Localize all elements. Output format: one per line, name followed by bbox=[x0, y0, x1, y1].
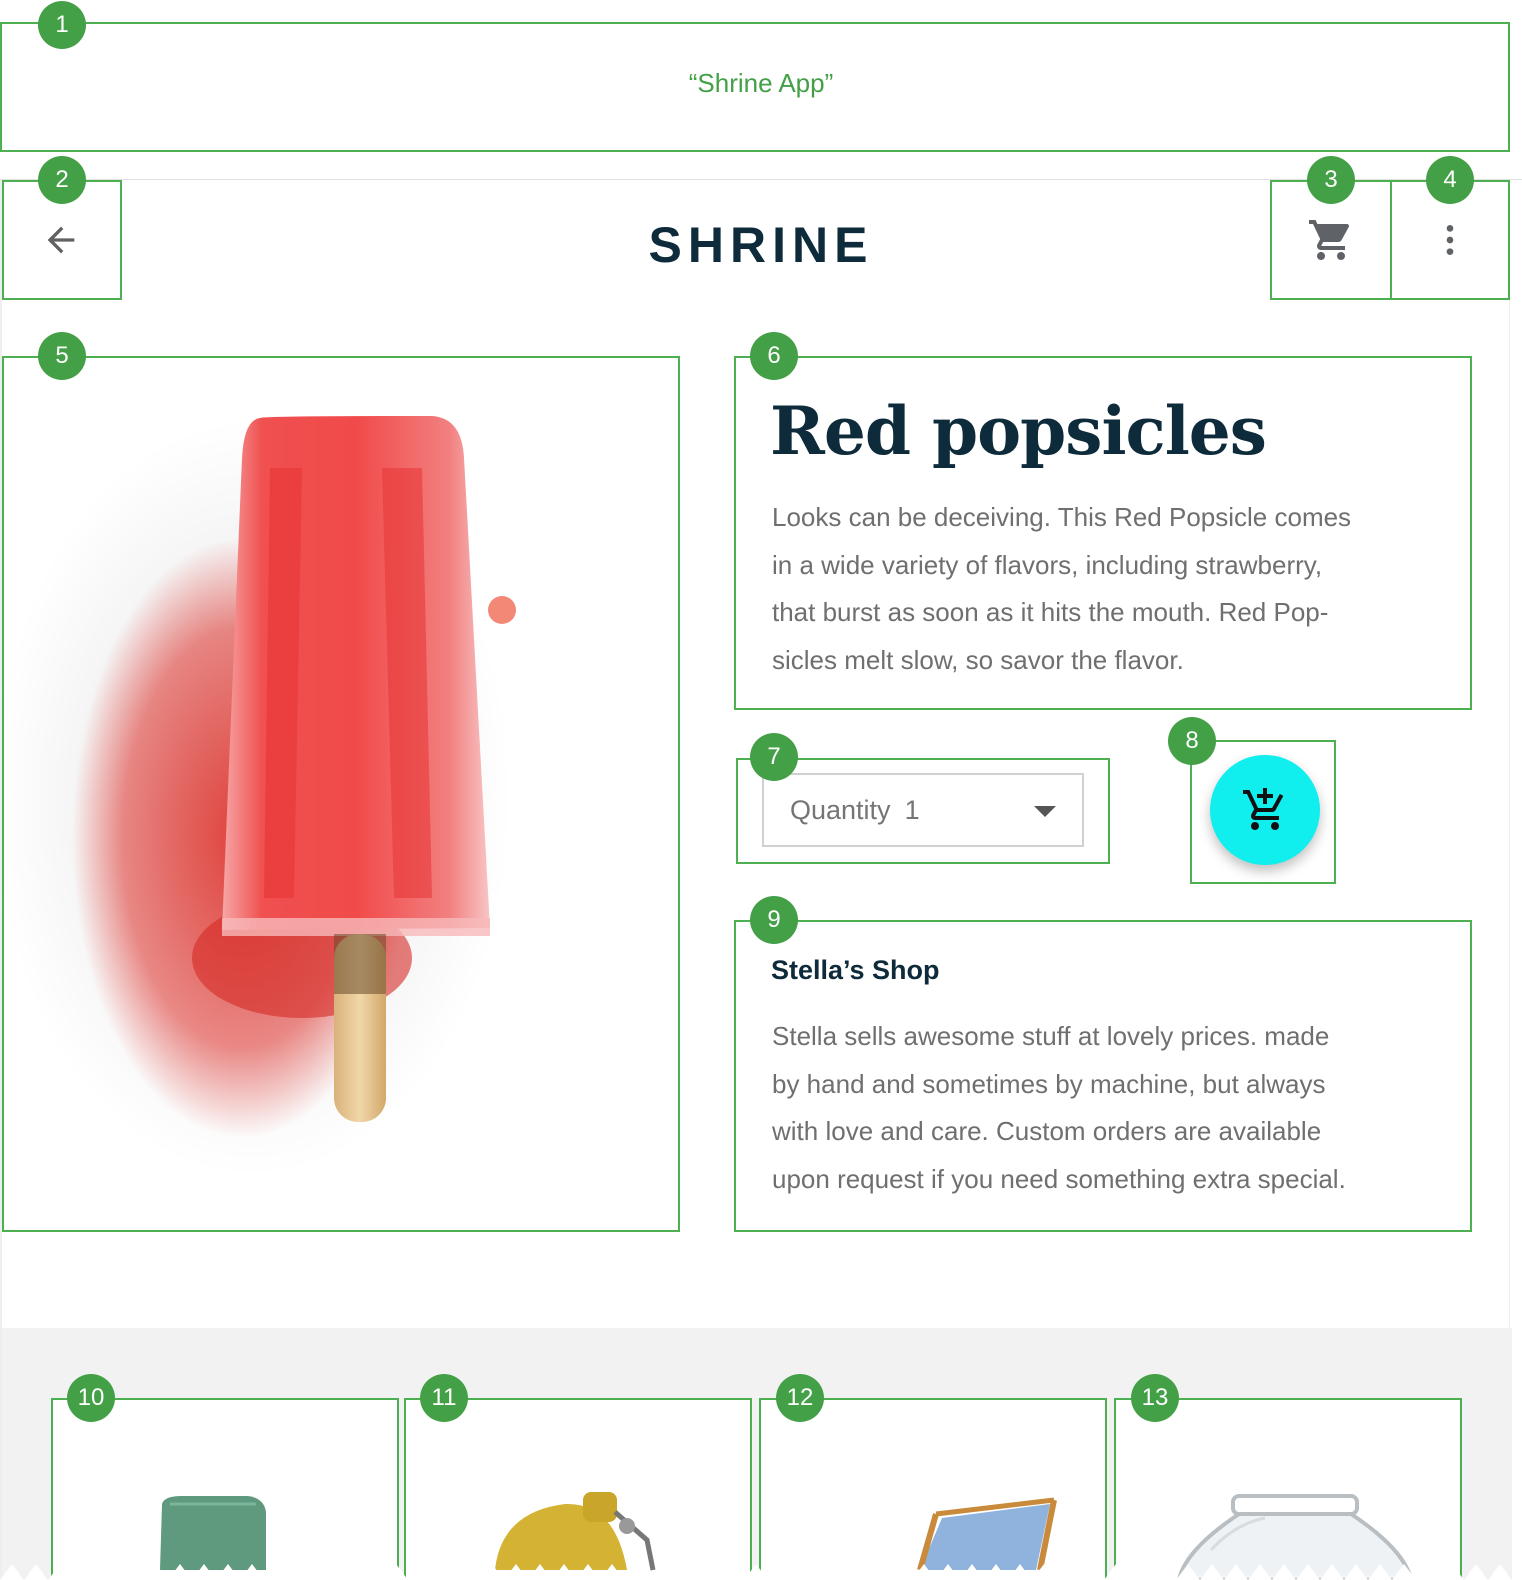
annotation-badge: 10 bbox=[67, 1374, 115, 1422]
annotation-badge: 3 bbox=[1307, 156, 1355, 204]
annotation-box-item-12 bbox=[759, 1398, 1107, 1580]
annotation-box-item-11 bbox=[404, 1398, 752, 1580]
annotation-badge: 8 bbox=[1168, 717, 1216, 765]
annotation-badge: 7 bbox=[750, 733, 798, 781]
annotation-badge: 4 bbox=[1426, 156, 1474, 204]
annotation-badge: 11 bbox=[420, 1374, 468, 1422]
app-caption: “Shrine App” bbox=[688, 68, 834, 98]
annotation-box-item-13 bbox=[1114, 1398, 1462, 1580]
annotation-badge: 13 bbox=[1131, 1374, 1179, 1422]
annotation-badge: 6 bbox=[750, 332, 798, 380]
annotation-box-shop bbox=[734, 920, 1472, 1232]
annotation-box-details bbox=[734, 356, 1472, 710]
annotation-badge: 12 bbox=[776, 1374, 824, 1422]
annotation-box-image bbox=[2, 356, 680, 1232]
annotation-badge: 1 bbox=[38, 1, 86, 49]
annotation-box-item-10 bbox=[51, 1398, 399, 1580]
annotation-badge: 5 bbox=[38, 332, 86, 380]
annotation-badge: 9 bbox=[750, 896, 798, 944]
annotation-badge: 2 bbox=[38, 156, 86, 204]
annotation-box-quantity bbox=[736, 758, 1110, 864]
torn-edge-divider bbox=[0, 1564, 1522, 1580]
annotation-box-fab bbox=[1190, 740, 1336, 884]
page-edge-right bbox=[1509, 180, 1510, 1330]
